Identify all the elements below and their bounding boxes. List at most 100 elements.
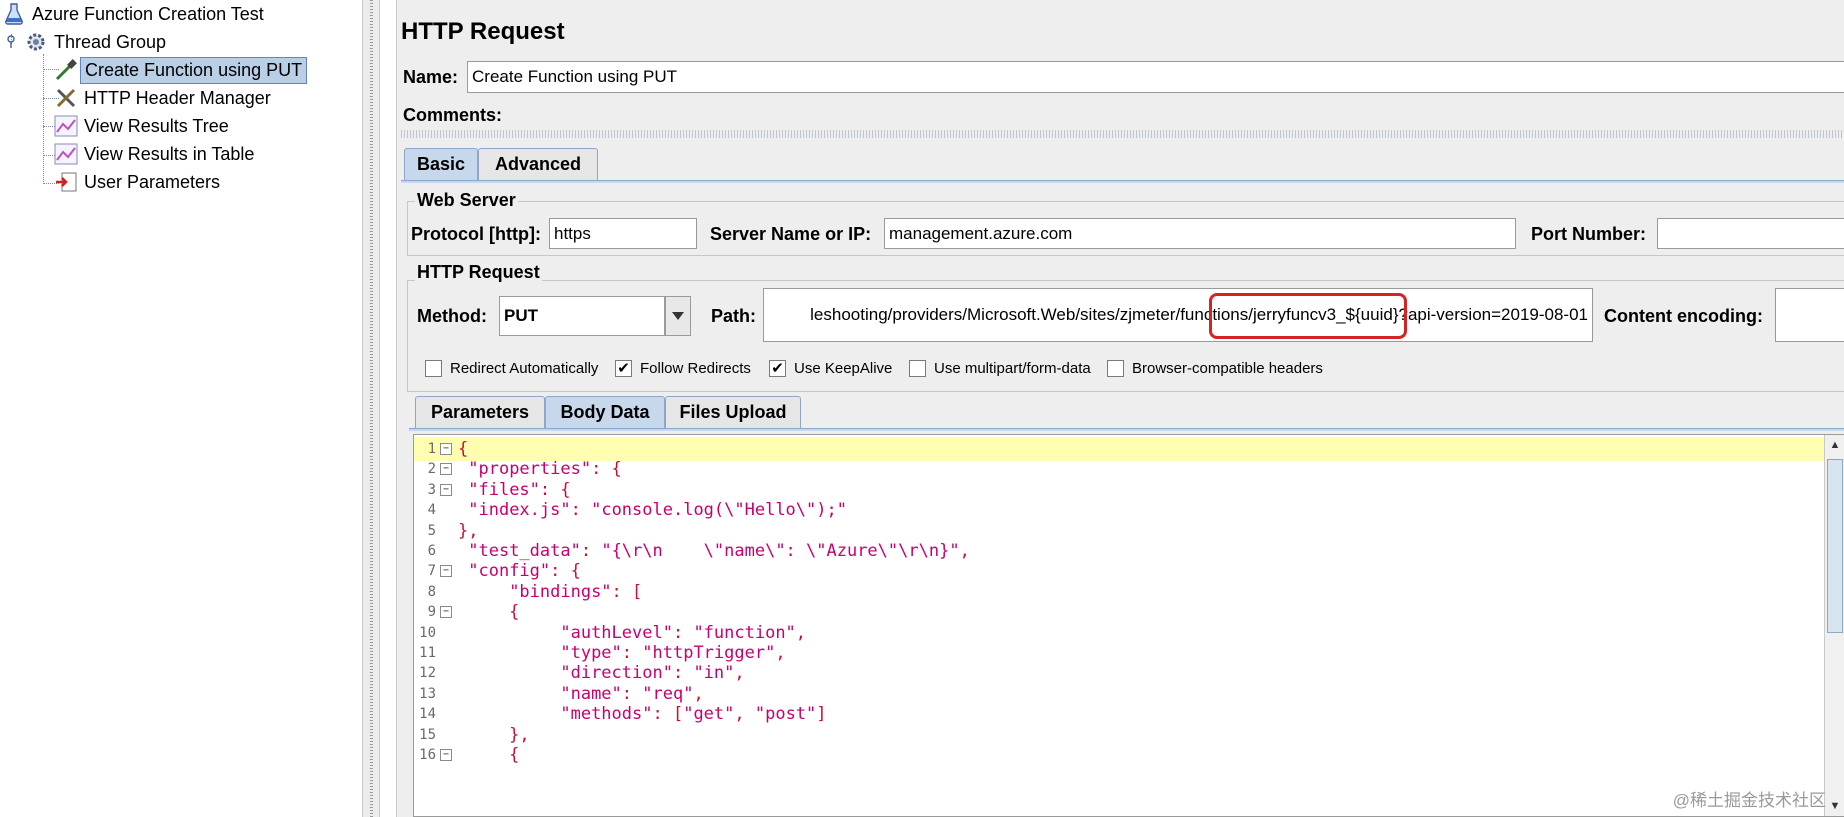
line-number: 8 (427, 583, 436, 600)
line-number: 1 (427, 441, 436, 457)
code-text: }, (458, 520, 479, 541)
encoding-field[interactable] (1775, 288, 1844, 342)
fold-toggle-icon[interactable]: − (440, 483, 452, 496)
pipette-icon (52, 56, 80, 84)
fold-toggle-icon[interactable]: − (440, 565, 452, 578)
web-server-title: Web Server (415, 190, 518, 211)
fold-toggle-icon[interactable]: − (440, 749, 452, 761)
port-field[interactable] (1657, 218, 1844, 249)
fold-toggle-icon[interactable]: − (440, 443, 452, 455)
tab-parameters[interactable]: Parameters (415, 396, 545, 428)
comments-label: Comments: (403, 105, 503, 125)
method-dropdown-button[interactable] (665, 296, 691, 336)
line-number: 16 (419, 747, 436, 763)
code-text: "properties": { (468, 459, 622, 480)
split-pane-divider[interactable] (362, 0, 380, 817)
highlight-annotation (1209, 293, 1407, 339)
code-line[interactable]: 16− { (414, 743, 1844, 767)
checkbox-label: Browser-compatible headers (1132, 360, 1323, 377)
checkbox-browser-compatible[interactable]: Browser-compatible headers (1107, 360, 1323, 377)
code-text: "direction": "in", (560, 663, 745, 684)
name-field[interactable]: Create Function using PUT (467, 61, 1844, 93)
tree-item-create-function[interactable]: Create Function using PUT (52, 56, 308, 84)
code-text: { (458, 745, 520, 765)
checkbox-label: Follow Redirects (640, 360, 751, 377)
resize-separator[interactable] (401, 130, 1844, 138)
server-field[interactable]: management.azure.com (884, 218, 1516, 249)
tab-basic[interactable]: Basic (404, 148, 478, 180)
checkbox-label: Redirect Automatically (450, 360, 599, 377)
scroll-down-icon[interactable]: ▼ (1825, 796, 1844, 816)
check-icon[interactable]: ✔ (615, 360, 632, 377)
tree-node-thread-group[interactable]: Thread Group (0, 28, 170, 56)
watermark-text: @稀土掘金技术社区 (1672, 791, 1826, 810)
code-text: "methods": ["get", "post"] (560, 704, 827, 725)
tree-item-header-manager[interactable]: HTTP Header Manager (52, 84, 275, 112)
tab-advanced[interactable]: Advanced (478, 148, 598, 180)
tree-node-test-plan[interactable]: Azure Function Creation Test (0, 0, 268, 28)
checkbox-multipart[interactable]: Use multipart/form-data (909, 360, 1091, 377)
expand-toggle-icon[interactable] (0, 28, 22, 56)
line-number: 15 (419, 726, 436, 743)
code-text: "test_data": "{\r\n \"name\": \"Azure\"\… (468, 541, 970, 561)
code-text: }, (458, 724, 530, 745)
line-number: 13 (419, 685, 436, 702)
checkbox-box[interactable] (909, 360, 926, 377)
line-number: 10 (419, 624, 436, 641)
check-icon[interactable]: ✔ (769, 360, 786, 377)
tree-item-label: View Results in Table (84, 143, 255, 164)
tab-strip-line (409, 428, 1844, 431)
server-label: Server Name or IP: (710, 224, 872, 244)
tab-strip-line (401, 180, 1844, 183)
tab-body-data[interactable]: Body Data (545, 396, 665, 428)
tree-item-results-tree[interactable]: View Results Tree (52, 112, 233, 140)
tab-files-upload[interactable]: Files Upload (665, 396, 801, 428)
line-number: 5 (427, 522, 436, 539)
scroll-thumb[interactable] (1827, 459, 1843, 633)
method-select[interactable]: PUT (499, 296, 665, 336)
encoding-label: Content encoding: (1604, 306, 1763, 326)
path-field[interactable]: leshooting/providers/Microsoft.Web/sites… (763, 288, 1593, 342)
checkbox-follow-redirects[interactable]: ✔ Follow Redirects (615, 360, 751, 377)
checkbox-redirect-automatically[interactable]: Redirect Automatically (425, 360, 598, 377)
line-number: 11 (419, 645, 436, 661)
checkbox-label: Use KeepAlive (794, 360, 893, 377)
checkbox-box[interactable] (425, 360, 442, 377)
name-label: Name: (403, 67, 459, 87)
fold-toggle-icon[interactable]: − (440, 606, 452, 619)
flask-icon (0, 0, 28, 28)
panel-title: HTTP Request (401, 18, 565, 45)
code-text: "name": "req", (560, 683, 704, 704)
chevron-down-icon (672, 312, 684, 320)
protocol-field[interactable]: https (549, 218, 697, 249)
scroll-up-icon[interactable]: ▲ (1825, 435, 1844, 455)
line-number: 3 (427, 481, 436, 498)
line-number: 6 (427, 543, 436, 559)
graph-icon (52, 140, 80, 168)
tree-item-results-table[interactable]: View Results in Table (52, 140, 258, 168)
checkbox-use-keepalive[interactable]: ✔ Use KeepAlive (769, 360, 892, 377)
editor-scrollbar[interactable]: ▲ ▼ (1824, 435, 1844, 816)
line-number: 7 (427, 563, 436, 580)
checkbox-box[interactable] (1107, 360, 1124, 377)
preprocessor-icon (52, 168, 80, 196)
split-grip (370, 0, 373, 817)
body-data-editor[interactable]: 1−{2− "properties": {3− "files": {4 "ind… (413, 434, 1844, 817)
tree-item-user-parameters[interactable]: User Parameters (52, 168, 224, 196)
http-request-panel: HTTP Request Name: Create Function using… (396, 0, 1844, 817)
http-request-group-title: HTTP Request (415, 262, 542, 283)
protocol-label: Protocol [http]: (411, 224, 541, 244)
wrench-icon (52, 84, 80, 112)
fold-toggle-icon[interactable]: − (440, 463, 452, 476)
tree-item-label: User Parameters (84, 171, 221, 192)
code-text: { (458, 602, 520, 623)
tree-node-label: Thread Group (54, 31, 167, 52)
